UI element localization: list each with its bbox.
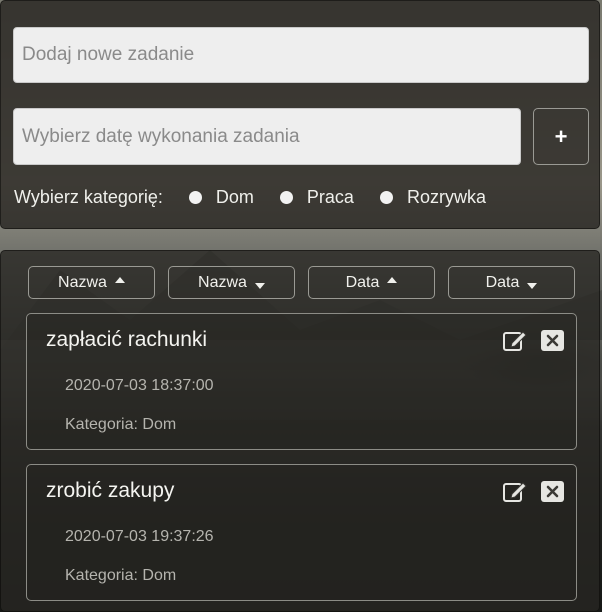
task-card: zrobić zakupy 2020-07-03 19:37:26 Katego… (26, 464, 577, 601)
add-task-button[interactable]: + (533, 108, 589, 165)
caret-up-icon (114, 276, 125, 283)
delete-icon[interactable] (541, 330, 564, 351)
new-task-form: + Wybierz kategorię: Dom Praca Rozrywka (0, 0, 600, 229)
caret-down-icon (527, 282, 538, 289)
task-category: Kategoria: Dom (65, 567, 177, 584)
delete-icon[interactable] (541, 481, 564, 502)
sort-label: Data (485, 273, 520, 291)
sort-name-desc-button[interactable]: Nazwa (168, 266, 295, 299)
category-option-label: Rozrywka (406, 186, 486, 207)
sort-label: Nazwa (198, 273, 247, 291)
task-datetime: 2020-07-03 18:37:00 (65, 377, 214, 394)
task-date-input[interactable] (13, 108, 521, 165)
category-label: Wybierz kategorię: (14, 186, 163, 207)
task-card: zapłacić rachunki 2020-07-03 18:37:00 Ka… (26, 313, 577, 450)
category-radio-dom[interactable]: Dom (188, 186, 254, 208)
sort-label: Nazwa (58, 273, 107, 291)
category-selector: Wybierz kategorię: Dom Praca Rozrywka (14, 185, 512, 209)
sort-label: Data (345, 273, 380, 291)
sort-date-desc-button[interactable]: Data (448, 266, 575, 299)
sort-name-asc-button[interactable]: Nazwa (28, 266, 155, 299)
task-list-panel: Nazwa Nazwa Data Data zapłacić rachunki … (0, 250, 600, 612)
category-radio-praca[interactable]: Praca (279, 186, 354, 208)
radio-circle-icon[interactable] (279, 190, 293, 204)
category-option-label: Dom (215, 186, 254, 207)
caret-up-icon (387, 276, 398, 283)
caret-down-icon (254, 282, 265, 289)
edit-icon[interactable] (503, 480, 527, 502)
edit-icon[interactable] (503, 329, 527, 351)
radio-circle-icon[interactable] (379, 190, 393, 204)
task-title: zrobić zakupy (46, 479, 175, 502)
task-title: zapłacić rachunki (46, 328, 208, 351)
category-option-label: Praca (306, 186, 354, 207)
task-datetime: 2020-07-03 19:37:26 (65, 528, 214, 545)
sort-date-asc-button[interactable]: Data (308, 266, 435, 299)
category-radio-rozrywka[interactable]: Rozrywka (379, 186, 486, 208)
task-category: Kategoria: Dom (65, 416, 177, 433)
task-name-input[interactable] (13, 27, 589, 83)
radio-circle-icon[interactable] (188, 190, 202, 204)
